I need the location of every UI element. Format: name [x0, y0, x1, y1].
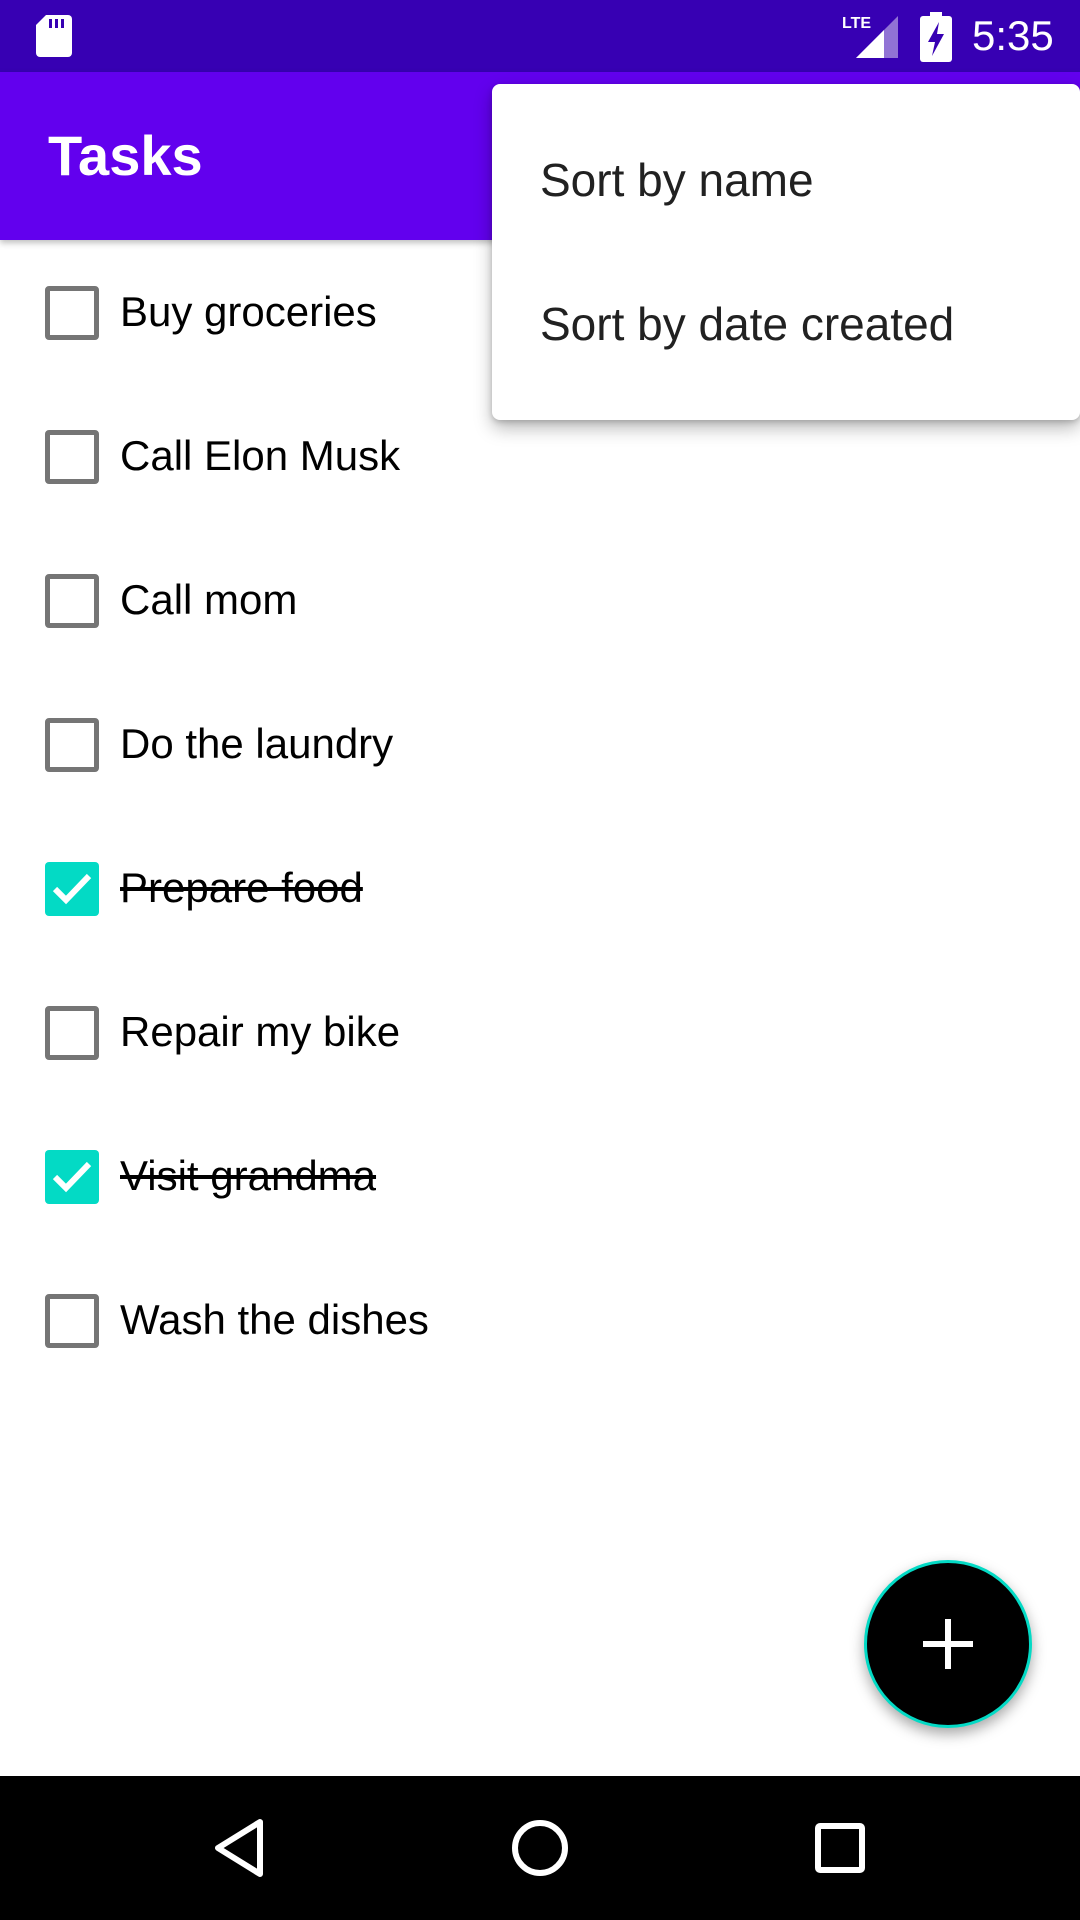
- status-time: 5:35: [972, 12, 1054, 59]
- navigation-bar: [0, 1776, 1080, 1920]
- lte-signal-icon: LTE: [840, 12, 900, 58]
- network-label: LTE: [842, 15, 871, 32]
- task-checkbox[interactable]: [45, 1294, 99, 1348]
- task-label: Call mom: [120, 576, 298, 623]
- task-checkbox[interactable]: [45, 430, 99, 484]
- add-task-button[interactable]: [864, 1560, 1032, 1728]
- task-label: Buy groceries: [120, 288, 377, 335]
- task-row[interactable]: Prepare food: [0, 816, 1080, 960]
- task-row[interactable]: Wash the dishes: [0, 1248, 1080, 1392]
- task-checkbox[interactable]: [45, 718, 99, 772]
- task-row[interactable]: Repair my bike: [0, 960, 1080, 1104]
- task-label: Do the laundry: [120, 720, 394, 767]
- task-checkbox[interactable]: [45, 574, 99, 628]
- task-label: Repair my bike: [120, 1008, 401, 1055]
- task-row[interactable]: Do the laundry: [0, 672, 1080, 816]
- task-checkbox[interactable]: [45, 286, 99, 340]
- task-row[interactable]: Visit grandma: [0, 1104, 1080, 1248]
- task-label: Visit grandma: [120, 1152, 377, 1199]
- back-icon[interactable]: [204, 1812, 276, 1884]
- menu-item-sort-by-date-created[interactable]: Sort by date created: [492, 252, 1080, 396]
- sort-menu: Sort by name Sort by date created: [492, 84, 1080, 420]
- task-label: Prepare food: [120, 864, 363, 911]
- plus-icon: [923, 1619, 973, 1669]
- battery-charging-icon: [920, 12, 952, 62]
- recents-icon[interactable]: [804, 1812, 876, 1884]
- menu-item-sort-by-name[interactable]: Sort by name: [492, 108, 1080, 252]
- page-title: Tasks: [48, 124, 203, 187]
- task-row[interactable]: Call mom: [0, 528, 1080, 672]
- status-bar: LTE 5:35: [0, 0, 1080, 72]
- task-checkbox[interactable]: [45, 1006, 99, 1060]
- task-checkbox-checked[interactable]: [45, 862, 99, 916]
- task-label: Call Elon Musk: [120, 432, 401, 479]
- task-label: Wash the dishes: [120, 1296, 429, 1343]
- checkmark-icon: [52, 873, 92, 905]
- home-icon[interactable]: [504, 1812, 576, 1884]
- task-checkbox-checked[interactable]: [45, 1150, 99, 1204]
- checkmark-icon: [52, 1161, 92, 1193]
- screen: LTE 5:35 Tasks Buy groceries Call Elon M…: [0, 0, 1080, 1920]
- sd-card-icon: [36, 15, 72, 57]
